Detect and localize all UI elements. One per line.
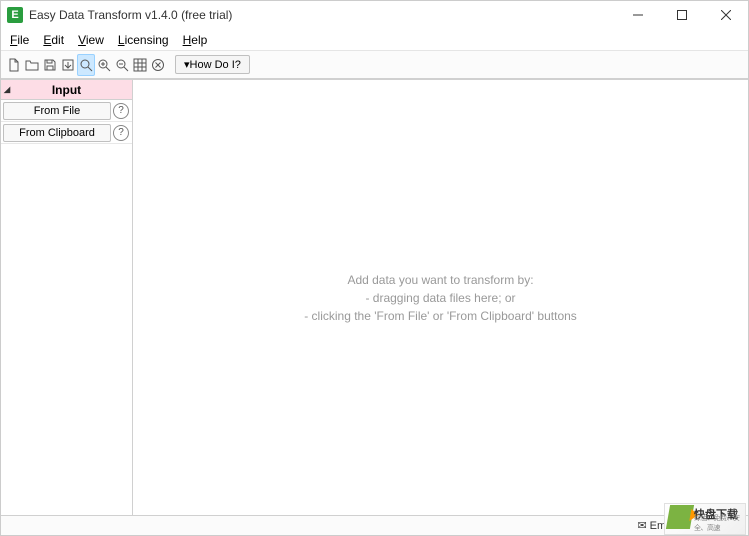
close-button[interactable] <box>704 1 748 29</box>
canvas-drop-area[interactable]: Add data you want to transform by: - dra… <box>133 80 748 515</box>
menu-help[interactable]: Help <box>176 31 215 49</box>
titlebar: E Easy Data Transform v1.4.0 (free trial… <box>1 1 748 29</box>
new-file-icon[interactable] <box>5 54 23 76</box>
maximize-button[interactable] <box>660 1 704 29</box>
main-area: ◢ Input From File ? From Clipboard ? Add… <box>1 79 748 515</box>
zoom-out-icon[interactable] <box>113 54 131 76</box>
placeholder-line: - dragging data files here; or <box>304 289 577 307</box>
email-us-link[interactable]: ✉ Email us questions <box>637 519 742 532</box>
sidebar: ◢ Input From File ? From Clipboard ? <box>1 80 133 515</box>
from-clipboard-button[interactable]: From Clipboard <box>3 124 111 142</box>
minimize-button[interactable] <box>616 1 660 29</box>
window-controls <box>616 1 748 29</box>
menu-file[interactable]: File <box>3 31 36 49</box>
toolbar: ▾How Do I? <box>1 51 748 79</box>
menu-view[interactable]: View <box>71 31 111 49</box>
sidebar-row-from-file: From File ? <box>1 100 132 122</box>
zoom-in-icon[interactable] <box>95 54 113 76</box>
placeholder-line: Add data you want to transform by: <box>304 271 577 289</box>
menu-edit[interactable]: Edit <box>36 31 71 49</box>
sidebar-header-label: Input <box>52 83 81 97</box>
grid-icon[interactable] <box>131 54 149 76</box>
help-icon[interactable]: ? <box>113 125 129 141</box>
sidebar-row-from-clipboard: From Clipboard ? <box>1 122 132 144</box>
how-do-i-button[interactable]: ▾How Do I? <box>175 55 250 74</box>
open-folder-icon[interactable] <box>23 54 41 76</box>
save-icon[interactable] <box>41 54 59 76</box>
email-label: Email us questions <box>650 520 742 532</box>
app-icon: E <box>7 7 23 23</box>
help-icon[interactable]: ? <box>113 103 129 119</box>
placeholder-line: - clicking the 'From File' or 'From Clip… <box>304 307 577 325</box>
menubar: File Edit View Licensing Help <box>1 29 748 51</box>
zoom-icon[interactable] <box>77 54 95 76</box>
collapse-arrow-icon[interactable]: ◢ <box>4 85 10 94</box>
menu-licensing[interactable]: Licensing <box>111 31 176 49</box>
export-icon[interactable] <box>59 54 77 76</box>
cancel-icon[interactable] <box>149 54 167 76</box>
window-title: Easy Data Transform v1.4.0 (free trial) <box>29 8 616 22</box>
mail-icon: ✉ <box>637 519 646 532</box>
placeholder-text: Add data you want to transform by: - dra… <box>304 271 577 325</box>
from-file-button[interactable]: From File <box>3 102 111 120</box>
statusbar: ✉ Email us questions <box>1 515 748 535</box>
sidebar-header-input: ◢ Input <box>1 80 132 100</box>
